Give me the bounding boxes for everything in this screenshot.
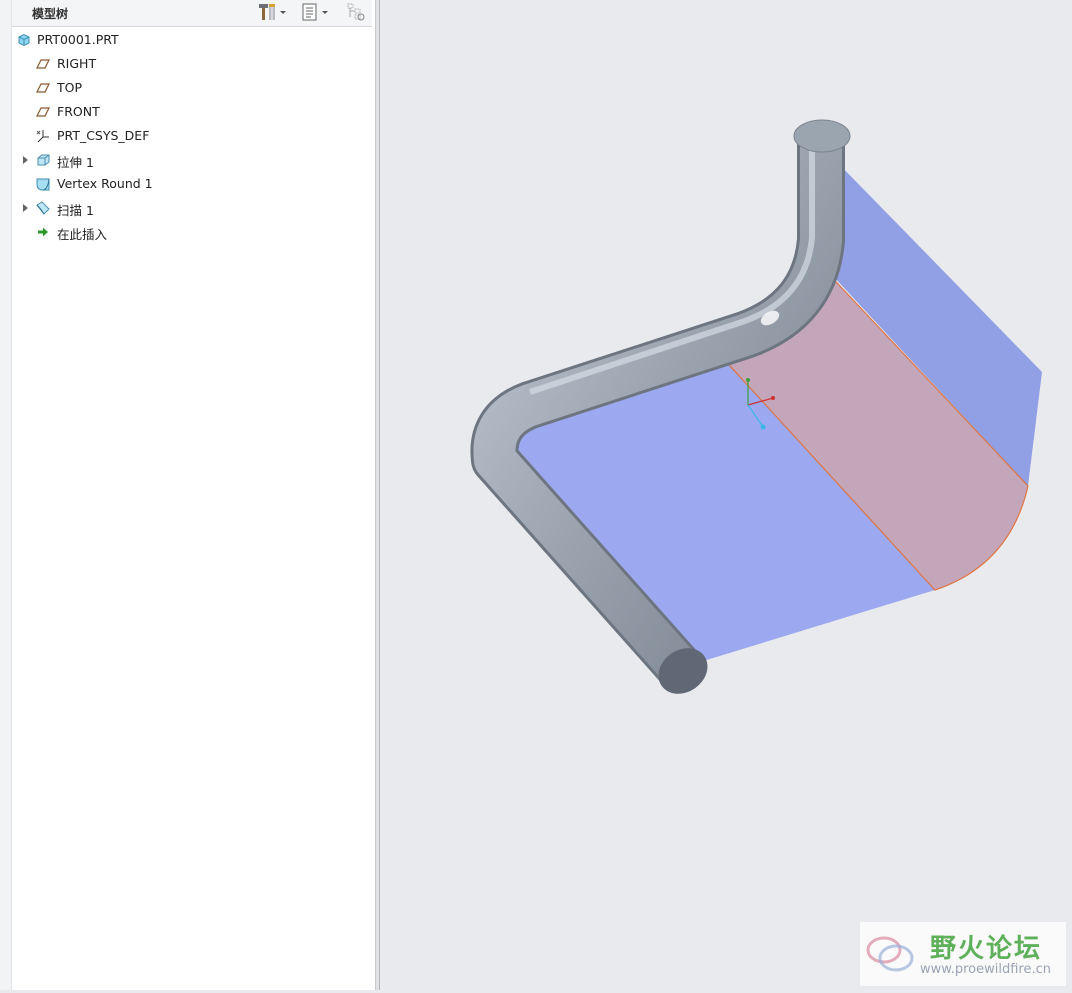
tree-item-label: 扫描 1 (57, 203, 94, 218)
tree-filter-button[interactable] (346, 2, 366, 22)
tree-item-top-plane[interactable]: TOP (12, 76, 372, 100)
datum-plane-icon (36, 59, 50, 69)
vertex-round-icon (36, 178, 50, 191)
expand-arrow-icon[interactable] (21, 155, 31, 165)
datum-plane-icon (36, 107, 50, 117)
tree-item-vertex-round[interactable]: Vertex Round 1 (12, 172, 372, 196)
extrude-icon (37, 154, 50, 166)
tree-item-label: PRT_CSYS_DEF (57, 128, 150, 143)
tree-item-right-plane[interactable]: RIGHT (12, 52, 372, 76)
model-tree-header: 模型树 (12, 0, 372, 27)
model-tree-panel: 模型树 PRT0001.PRT RIGHT TOP FRONT PRT_CSYS… (0, 0, 376, 990)
tree-item-label: RIGHT (57, 56, 97, 71)
chevron-down-icon (322, 11, 328, 14)
tools-menu-button[interactable] (258, 2, 288, 22)
insert-here-arrow-icon (38, 227, 48, 237)
model-tree: PRT0001.PRT RIGHT TOP FRONT PRT_CSYS_DEF… (12, 28, 372, 244)
tree-item-label: 在此插入 (57, 227, 108, 242)
watermark-title: 野火论坛 (930, 934, 1043, 964)
tree-settings-icon (302, 3, 317, 21)
datum-plane-icon (36, 83, 50, 93)
tree-item-label: FRONT (57, 104, 100, 119)
tree-item-label: 拉伸 1 (57, 155, 94, 170)
tree-item-front-plane[interactable]: FRONT (12, 100, 372, 124)
tree-item-label: TOP (57, 80, 83, 95)
csys-icon (36, 130, 49, 143)
watermark-url: www.proewildfire.cn (920, 962, 1051, 977)
watermark-logo-icon (866, 936, 914, 972)
expand-arrow-icon[interactable] (21, 203, 31, 213)
chevron-down-icon (280, 11, 286, 14)
part-icon (18, 33, 30, 47)
tree-item-insert-here[interactable]: 在此插入 (12, 220, 372, 244)
watermark: 野火论坛 www.proewildfire.cn (860, 922, 1066, 986)
graphics-viewport[interactable] (381, 0, 1072, 990)
sweep-icon (36, 201, 50, 215)
model-3d-view (470, 119, 1042, 694)
tree-settings-button[interactable] (300, 2, 330, 22)
tree-item-extrude[interactable]: 拉伸 1 (12, 148, 372, 172)
hammer-tools-icon (259, 4, 275, 20)
panel-gutter (0, 0, 12, 990)
tube-end-cap-top (793, 119, 851, 153)
panel-splitter[interactable] (376, 0, 380, 990)
tree-item-sweep[interactable]: 扫描 1 (12, 196, 372, 220)
tree-item-label: PRT0001.PRT (37, 32, 119, 47)
tree-filter-icon (347, 3, 365, 21)
model-tree-title: 模型树 (32, 7, 69, 21)
tree-item-label: Vertex Round 1 (57, 176, 153, 191)
tree-item-csys[interactable]: PRT_CSYS_DEF (12, 124, 372, 148)
tree-item-part[interactable]: PRT0001.PRT (12, 28, 372, 52)
